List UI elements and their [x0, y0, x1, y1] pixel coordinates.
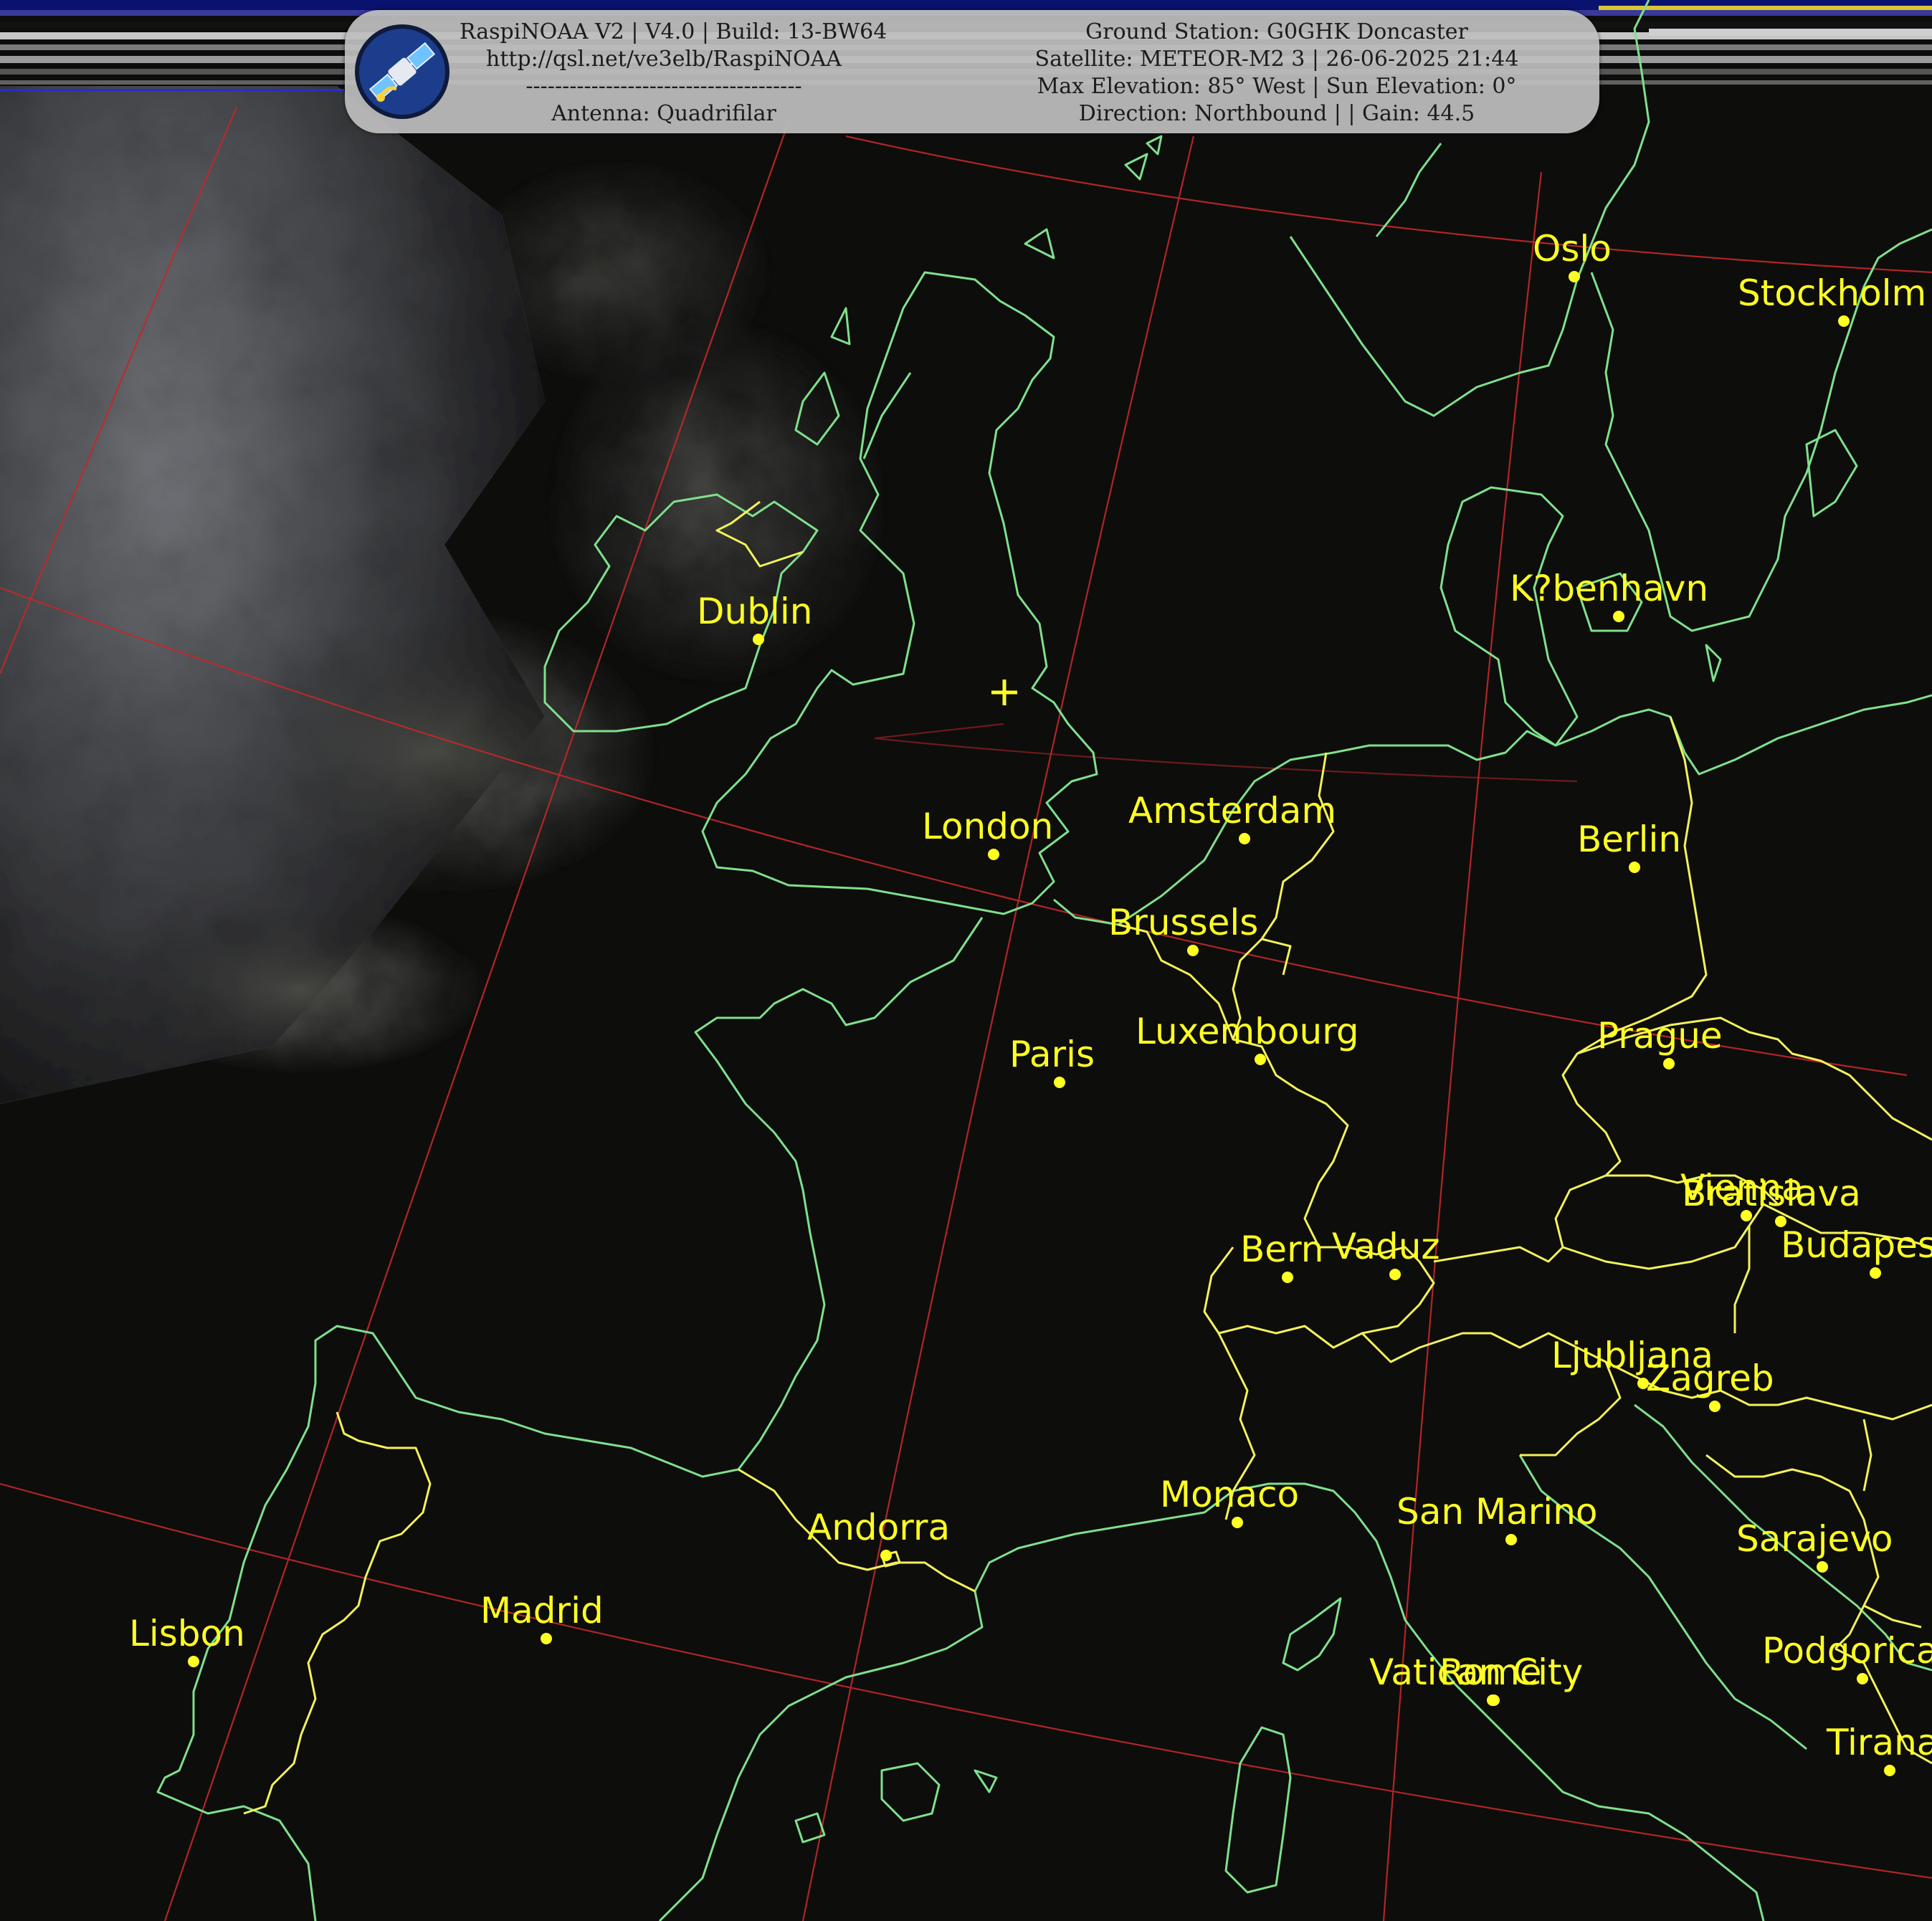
- city-label-bratislava: Bratislava: [1682, 1173, 1861, 1214]
- software-version: RaspiNOAA V2 | V4.0 | Build: 13-BW64: [460, 19, 888, 44]
- city-label-stockholm: Stockholm: [1738, 272, 1926, 314]
- city-dot-dublin: [753, 634, 764, 645]
- city-label-sarajevo: Sarajevo: [1736, 1518, 1893, 1560]
- direction-gain-info: Direction: Northbound | | Gain: 44.5: [1078, 101, 1475, 126]
- satellite-map: Oslo Stockholm Dublin K?benhavn London Amster…: [0, 0, 1932, 1921]
- satellite-icon: [355, 24, 449, 119]
- city-label-rome: Rome: [1440, 1651, 1542, 1693]
- city-dot-andorra: [880, 1550, 892, 1561]
- city-dot-zagreb: [1709, 1401, 1721, 1412]
- city-label-amsterdam: Amsterdam: [1128, 790, 1336, 831]
- city-label-london: London: [922, 806, 1053, 847]
- city-dot-bern: [1282, 1272, 1293, 1283]
- satellite-info: Satellite: METEOR-M2 3 | 26-06-2025 21:4…: [1034, 47, 1519, 72]
- city-label-bern: Bern: [1240, 1229, 1323, 1270]
- city-dot-san-marino: [1505, 1534, 1517, 1545]
- city-label-prague: Prague: [1597, 1015, 1723, 1057]
- city-label-paris: Paris: [1009, 1034, 1095, 1075]
- city-dot-monaco: [1232, 1517, 1243, 1528]
- city-label-podgorica: Podgorica: [1762, 1630, 1932, 1672]
- city-label-luxembourg: Luxembourg: [1136, 1011, 1359, 1052]
- city-dot-london: [988, 849, 999, 860]
- project-url: http://qsl.net/ve3elb/RaspiNOAA: [486, 47, 842, 72]
- city-dot-budapest: [1870, 1267, 1881, 1279]
- city-dot-sarajevo: [1817, 1561, 1828, 1573]
- antenna-info: Antenna: Quadrifilar: [551, 101, 776, 126]
- city-dot-brussels: [1187, 945, 1199, 956]
- city-label-san-marino: San Marino: [1396, 1491, 1597, 1532]
- city-dot-rome: [1488, 1694, 1500, 1706]
- city-dot-lisbon: [188, 1656, 199, 1667]
- city-label-madrid: Madrid: [480, 1590, 604, 1631]
- city-label-vaduz: Vaduz: [1332, 1226, 1440, 1267]
- pass-info-header: RaspiNOAA V2 | V4.0 | Build: 13-BW64 htt…: [345, 10, 1599, 133]
- city-label-berlin: Berlin: [1577, 819, 1681, 860]
- city-label-tirana: Tirana: [1826, 1722, 1932, 1763]
- city-dot-k-benhavn: [1613, 611, 1624, 622]
- city-dot-madrid: [541, 1633, 552, 1644]
- city-dot-prague: [1663, 1058, 1675, 1069]
- city-label-brussels: Brussels: [1108, 902, 1258, 943]
- ground-station: Ground Station: G0GHK Doncaster: [1085, 19, 1468, 44]
- city-dot-berlin: [1629, 862, 1640, 873]
- city-dot-luxembourg: [1255, 1054, 1266, 1065]
- city-dot-paris: [1054, 1077, 1065, 1088]
- city-label-lisbon: Lisbon: [129, 1613, 245, 1654]
- city-label-budapest: Budapest: [1781, 1224, 1932, 1266]
- city-dot-tirana: [1884, 1765, 1895, 1776]
- city-label-monaco: Monaco: [1160, 1474, 1299, 1515]
- header-left-column: RaspiNOAA V2 | V4.0 | Build: 13-BW64 htt…: [460, 19, 888, 128]
- header-divider: --------------------------------------: [525, 74, 802, 99]
- city-label-andorra: Andorra: [807, 1507, 950, 1548]
- city-dot-oslo: [1569, 271, 1580, 282]
- city-label-dublin: Dublin: [697, 591, 812, 632]
- city-dot-vaduz: [1389, 1269, 1401, 1280]
- header-right-column: Ground Station: G0GHK Doncaster Satellit…: [990, 19, 1564, 128]
- city-dot-amsterdam: [1239, 833, 1250, 844]
- city-dot-stockholm: [1838, 315, 1850, 327]
- city-label-k-benhavn: K?benhavn: [1510, 568, 1708, 609]
- city-label-zagreb: Zagreb: [1646, 1358, 1774, 1399]
- city-label-oslo: Oslo: [1533, 228, 1612, 270]
- elevation-info: Max Elevation: 85° West | Sun Elevation:…: [1037, 74, 1517, 99]
- city-dot-podgorica: [1857, 1673, 1868, 1684]
